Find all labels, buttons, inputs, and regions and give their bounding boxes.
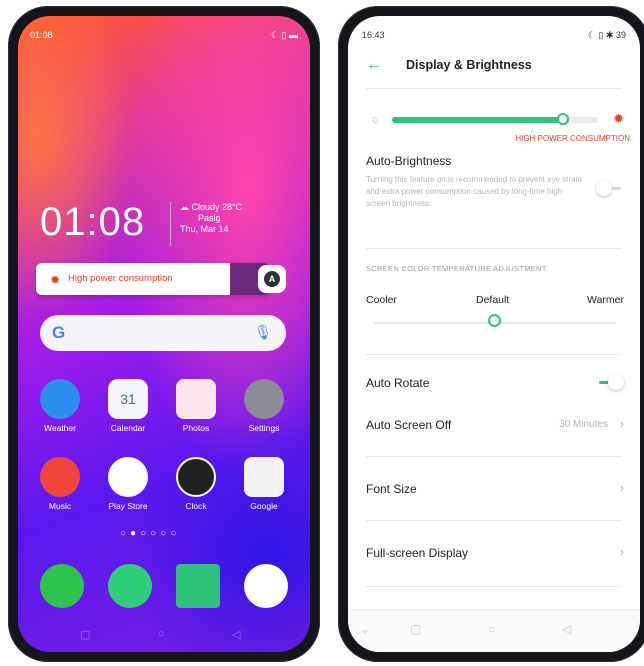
app-calendar[interactable]: 31 Calendar <box>98 379 158 433</box>
calendar-app-icon: 31 <box>108 379 148 419</box>
app-label: Google <box>250 501 278 511</box>
page-indicator[interactable]: ○●○○○○ <box>120 528 180 539</box>
brightness-track[interactable] <box>392 113 598 125</box>
toggle-thumb <box>608 374 624 390</box>
home-screen: 01:08 ☾ ▯ ▬ 01:08 ☁ Cloudy 28°C Pasig Th… <box>18 16 310 652</box>
cloud-icon: ☁ <box>180 202 192 212</box>
auto-brightness-description: Turning this feature on is recommended t… <box>366 175 582 208</box>
accessibility-button[interactable]: A <box>258 265 286 293</box>
app-label: Clock <box>185 501 207 511</box>
back-triangle-icon[interactable]: ◁ <box>562 622 571 636</box>
row-divider <box>366 520 622 521</box>
date-label: Thu, Mar 14 <box>180 224 229 234</box>
app-settings[interactable]: Settings <box>234 379 294 433</box>
app-google-folder[interactable]: Google <box>234 457 294 511</box>
settings-screen: 16:43 ☾ ▯ ✱ 39 ← Display & Brightness ☼ … <box>348 16 640 652</box>
brightness-slider[interactable]: ☼ ✹ <box>366 110 624 130</box>
photos-app-icon <box>176 379 216 419</box>
section-divider <box>366 248 622 249</box>
chevron-right-icon[interactable]: › <box>620 544 624 559</box>
settings-nav-bar: ⌄ ▢ ○ ◁ <box>348 609 640 652</box>
status-time: 16:43 <box>362 30 385 40</box>
home-nav-bar: ▢ ○ ◁ <box>18 622 310 648</box>
status-time: 01:08 <box>30 30 53 40</box>
power-alert-text: High power consumption <box>68 273 173 284</box>
weather-location: Pasig <box>198 213 221 223</box>
auto-rotate-label: Auto Rotate <box>366 376 430 390</box>
power-alert-notification[interactable]: ✹ High power consumption <box>36 263 270 295</box>
chevron-right-icon[interactable]: › <box>620 416 624 431</box>
app-music[interactable]: Music <box>30 457 90 511</box>
section-divider <box>366 354 622 355</box>
chevron-right-icon[interactable]: › <box>620 480 624 495</box>
app-label: Photos <box>182 423 210 433</box>
color-temp-knob[interactable] <box>488 314 501 327</box>
clock-divider <box>170 202 171 246</box>
auto-screen-off-label[interactable]: Auto Screen Off <box>366 418 451 432</box>
status-icons: ☾ ▯ ▬ <box>270 30 298 40</box>
app-weather[interactable]: Weather <box>30 379 90 433</box>
temp-default-label: Default <box>476 294 510 306</box>
phone-home: 01:08 ☾ ▯ ▬ 01:08 ☁ Cloudy 28°C Pasig Th… <box>8 6 320 662</box>
clock-icon <box>176 457 216 497</box>
brightness-knob[interactable] <box>556 113 569 125</box>
back-triangle-icon[interactable]: ◁ <box>232 628 240 641</box>
recents-icon[interactable]: ▢ <box>80 628 90 641</box>
phone-icon[interactable] <box>108 564 152 608</box>
row-divider <box>366 586 622 587</box>
auto-rotate-toggle[interactable] <box>596 374 624 390</box>
brightness-high-icon: ✹ <box>613 111 624 126</box>
row-divider <box>366 456 622 457</box>
gear-icon <box>244 379 284 419</box>
sun-warning-icon: ✹ <box>50 273 61 287</box>
recents-icon[interactable]: ▢ <box>410 622 421 636</box>
accessibility-letter: A <box>264 271 280 287</box>
app-photos[interactable]: Photos <box>166 379 226 433</box>
app-label: Weather <box>44 423 76 433</box>
clock-widget[interactable]: 01:08 <box>40 200 145 245</box>
microphone-icon[interactable]: 🎙 <box>254 324 272 341</box>
messages-icon[interactable] <box>176 564 220 608</box>
weather-app-icon <box>40 379 80 419</box>
brightness-low-icon: ☼ <box>370 112 381 126</box>
wechat-icon[interactable] <box>40 564 84 608</box>
app-label: Calendar <box>110 423 146 433</box>
header-divider <box>366 88 622 89</box>
font-size-label[interactable]: Font Size <box>366 482 417 496</box>
home-icon[interactable]: ○ <box>488 622 495 636</box>
status-icons: ☾ ▯ ✱ 39 <box>587 30 626 40</box>
app-label: Music <box>48 501 72 511</box>
google-g-icon: G <box>52 323 66 342</box>
app-play-store[interactable]: Play Store <box>98 457 158 511</box>
app-label: Play Store <box>108 501 148 511</box>
chevron-down-icon[interactable]: ⌄ <box>360 622 370 636</box>
weather-widget[interactable]: ☁ Cloudy 28°C Pasig Thu, Mar 14 <box>180 202 242 235</box>
phone-settings: 16:43 ☾ ▯ ✱ 39 ← Display & Brightness ☼ … <box>338 6 644 662</box>
calendar-day: 31 <box>120 391 136 407</box>
back-arrow-icon[interactable]: ← <box>366 56 382 74</box>
auto-screen-off-value: 30 Minutes <box>559 419 608 430</box>
full-screen-display-label[interactable]: Full-screen Display <box>366 546 468 560</box>
temp-cooler-label: Cooler <box>366 294 397 306</box>
google-folder-icon <box>244 457 284 497</box>
google-search-bar[interactable]: G 🎙 <box>40 315 286 351</box>
temp-warmer-label: Warmer <box>587 294 624 306</box>
app-label: Settings <box>248 423 280 433</box>
toggle-thumb <box>596 180 612 196</box>
app-clock[interactable]: Clock <box>166 457 226 511</box>
page-title: Display & Brightness <box>406 58 532 72</box>
auto-brightness-toggle[interactable] <box>596 180 624 196</box>
weather-condition: ☁ Cloudy 28°C <box>180 202 243 212</box>
music-note-icon <box>40 457 80 497</box>
camera-icon[interactable] <box>244 564 288 608</box>
auto-brightness-label: Auto-Brightness <box>366 154 452 168</box>
home-icon[interactable]: ○ <box>158 628 165 640</box>
color-temp-section-header: SCREEN COLOR TEMPERATURE ADJUSTMENT <box>366 264 547 273</box>
brightness-fill <box>392 117 563 123</box>
play-store-icon <box>108 457 148 497</box>
high-power-warning: HIGH POWER CONSUMPTION <box>515 134 630 143</box>
